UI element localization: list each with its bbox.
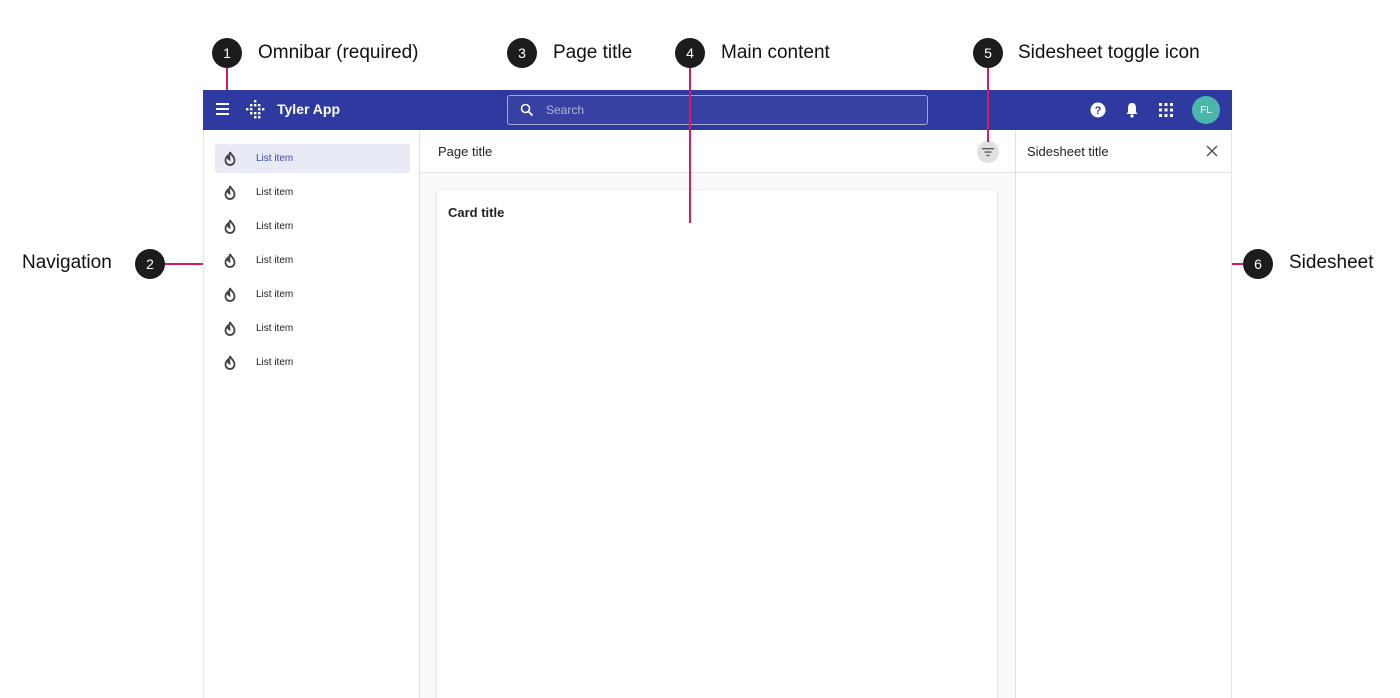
card-title: Card title [448, 205, 505, 220]
nav-item[interactable]: List item [215, 348, 410, 377]
fire-icon [224, 287, 236, 302]
page-title: Page title [438, 144, 493, 159]
filter-icon [982, 148, 994, 157]
callout-label: Sidesheet toggle icon [1018, 42, 1200, 63]
callout-line [226, 68, 228, 90]
nav-item-label: List item [256, 221, 294, 232]
fire-icon [224, 321, 236, 336]
fire-icon [224, 219, 236, 234]
bell-icon[interactable] [1122, 100, 1142, 120]
callout-line [165, 263, 203, 265]
search-icon [520, 103, 534, 117]
avatar[interactable]: FL [1192, 96, 1220, 124]
nav-item-label: List item [256, 255, 294, 266]
callout-badge: 6 [1243, 249, 1273, 279]
menu-icon[interactable] [216, 103, 232, 117]
callout-label: Main content [721, 42, 830, 63]
nav-item[interactable]: List item [215, 246, 410, 275]
sidesheet: Sidesheet title [1015, 130, 1232, 698]
callout-4-line [689, 68, 691, 223]
nav-item[interactable]: List item [215, 314, 410, 343]
apps-grid-icon[interactable] [1156, 100, 1176, 120]
nav-item[interactable]: List item [215, 144, 410, 173]
sidesheet-header: Sidesheet title [1016, 130, 1232, 173]
callout-label: Page title [553, 42, 633, 63]
nav-item-label: List item [256, 153, 294, 164]
nav-item-label: List item [256, 289, 294, 300]
callout-badge: 4 [675, 38, 705, 68]
nav-item[interactable]: List item [215, 212, 410, 241]
fire-icon [224, 253, 236, 268]
sidesheet-toggle-button[interactable] [977, 141, 999, 163]
svg-text:?: ? [1095, 105, 1102, 117]
nav-item-label: List item [256, 187, 294, 198]
callout-label: Sidesheet [1289, 252, 1374, 273]
callout-badge: 5 [973, 38, 1003, 68]
callout-badge: 3 [507, 38, 537, 68]
search-input[interactable] [546, 101, 906, 119]
main-content: Page title Card title [420, 130, 1015, 698]
fire-icon [224, 185, 236, 200]
nav-item[interactable]: List item [215, 178, 410, 207]
nav-item-label: List item [256, 323, 294, 334]
callout-5-line [987, 68, 989, 142]
nav-item-label: List item [256, 357, 294, 368]
close-icon[interactable] [1205, 144, 1219, 158]
card: Card title [437, 190, 997, 698]
callout-label: Omnibar (required) [258, 42, 419, 63]
nav-item[interactable]: List item [215, 280, 410, 309]
app-shell: Tyler App ? FL List item [203, 90, 1232, 698]
help-icon[interactable]: ? [1088, 100, 1108, 120]
callout-badge: 1 [212, 38, 242, 68]
callout-badge: 2 [135, 249, 165, 279]
fire-icon [224, 151, 236, 166]
page-header: Page title [420, 130, 1015, 173]
search-box[interactable] [507, 95, 928, 125]
callout-label: Navigation [22, 252, 112, 273]
omnibar: Tyler App ? FL [203, 90, 1232, 130]
app-name[interactable]: Tyler App [277, 100, 340, 118]
sidesheet-title: Sidesheet title [1027, 144, 1109, 159]
fire-icon [224, 355, 236, 370]
navigation-drawer: List item List item List item List item … [203, 130, 420, 698]
app-logo-icon [246, 100, 265, 119]
